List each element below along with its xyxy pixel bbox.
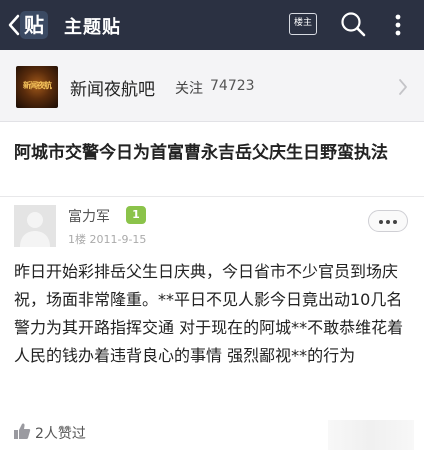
tieba-logo[interactable]: 贴 <box>20 11 48 39</box>
divider <box>0 196 424 197</box>
floor-and-date: 1楼 2011-9-15 <box>68 233 147 246</box>
owner-only-button[interactable]: 楼主 <box>289 13 317 35</box>
top-app-bar: 贴 主题贴 楼主 <box>0 0 424 50</box>
thumbs-up-icon[interactable] <box>13 422 31 440</box>
like-count[interactable]: 2人赞过 <box>35 423 86 443</box>
post-body: 昨日开始彩排岳父生日庆典，今日省市不少官员到场庆祝，场面非常隆重。**平日不见人… <box>14 262 404 365</box>
author-name[interactable]: 富力军 <box>68 206 110 226</box>
dot-icon <box>386 220 390 224</box>
dot-icon <box>393 220 397 224</box>
chevron-right-icon[interactable] <box>398 78 408 96</box>
more-vertical-icon[interactable] <box>392 13 404 37</box>
more-options-button[interactable] <box>368 210 408 232</box>
blurred-area <box>328 420 414 450</box>
dot-icon <box>379 220 383 224</box>
chevron-left-icon[interactable] <box>8 14 20 36</box>
user-placeholder-icon <box>20 212 50 247</box>
follow-count: 74723 <box>210 78 255 94</box>
forum-name[interactable]: 新闻夜航吧 <box>70 75 155 100</box>
follow-label: 关注 <box>175 81 203 97</box>
author-avatar[interactable] <box>14 205 56 247</box>
forum-header[interactable]: 新闻夜航 新闻夜航吧 关注 74723 <box>0 50 424 122</box>
post-title: 阿城市交警今日为首富曹永吉岳父庆生日野蛮执法 <box>14 143 388 163</box>
forum-avatar-logo-text: 新闻夜航 <box>23 81 52 90</box>
forum-avatar[interactable]: 新闻夜航 <box>16 66 58 108</box>
page-title: 主题贴 <box>64 17 121 38</box>
search-icon[interactable] <box>340 11 366 37</box>
level-badge: 1 <box>126 206 146 224</box>
